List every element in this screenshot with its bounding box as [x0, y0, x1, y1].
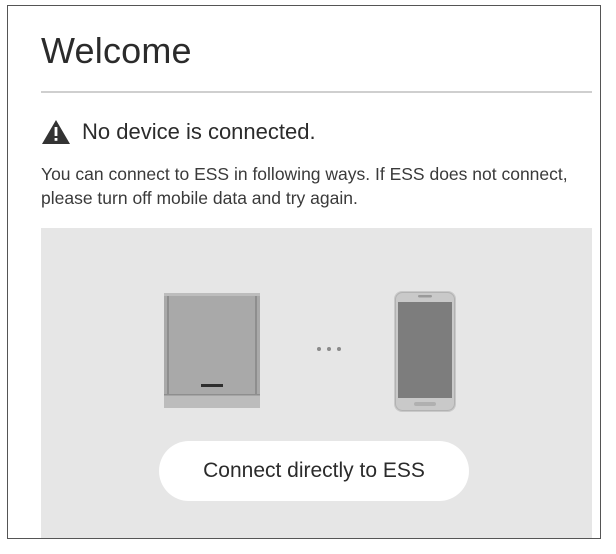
connect-directly-button[interactable]: Connect directly to ESS: [159, 441, 469, 501]
status-message: No device is connected.: [82, 119, 316, 144]
title-divider: [41, 91, 592, 93]
ellipsis-icon: [317, 347, 341, 351]
instructions-text: You can connect to ESS in following ways…: [41, 164, 568, 208]
welcome-screen: Welcome No device is connected. You can …: [7, 5, 601, 539]
page-title: Welcome: [41, 30, 192, 71]
ess-device-icon: [164, 293, 260, 408]
connection-status: No device is connected.: [41, 117, 316, 147]
smartphone-icon: [394, 291, 456, 412]
connection-panel: Connect directly to ESS: [41, 228, 592, 538]
warning-icon: [41, 119, 71, 145]
